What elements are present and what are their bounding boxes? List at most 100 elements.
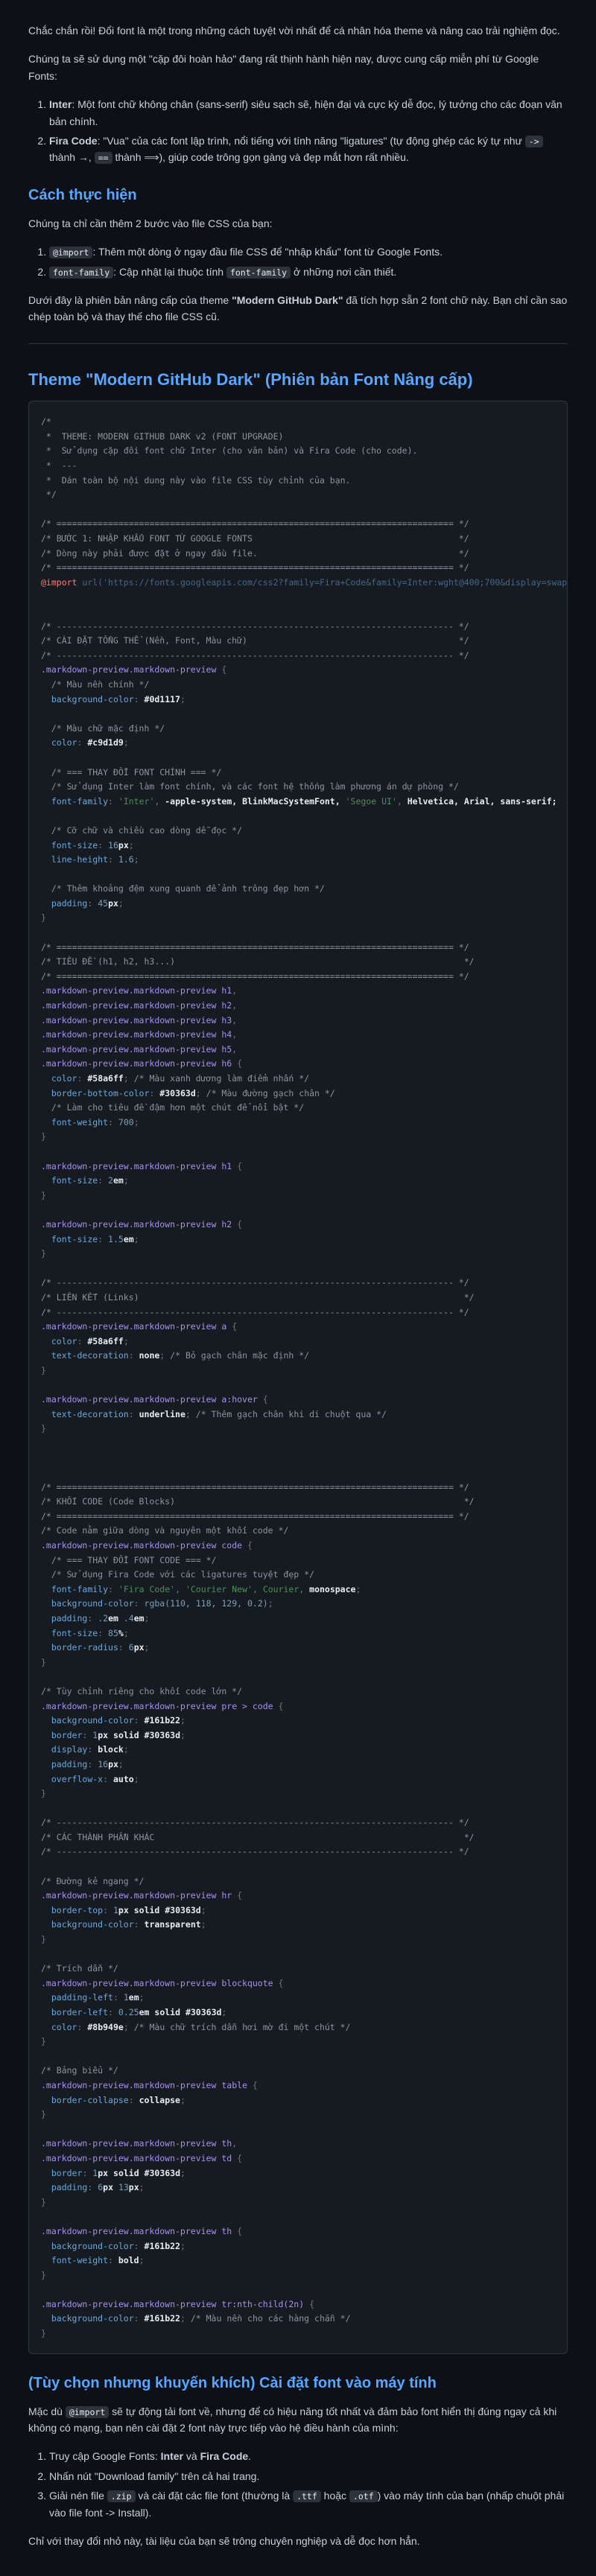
code-string: 'Segoe UI', [345, 795, 402, 807]
code-comment: /* Cỡ chữ và chiều cao dòng dễ đọc */ [51, 824, 243, 836]
code-selector: h1 [221, 1160, 232, 1171]
code-property: background-color [51, 2240, 134, 2251]
list-item: @import: Thêm một dòng ở ngay đầu file C… [49, 244, 568, 260]
code-selector: pre > code [221, 1700, 273, 1711]
code-selector: h3 [221, 1014, 232, 1025]
code-comment: /* -------------------------------------… [41, 1817, 469, 1828]
code-selector: h2 [221, 1000, 232, 1011]
code-property: border [51, 1729, 83, 1740]
code-comment: /* Dòng này phải được đặt ở ngay đầu fil… [41, 547, 469, 559]
css-code-block[interactable]: /* * THEME: MODERN GITHUB DARK v2 (FONT … [28, 401, 568, 2354]
code-unit: px [128, 2182, 139, 2193]
code-unit: em [133, 1612, 145, 1623]
list-item-text: : Cập nhật lại thuộc tính [113, 265, 226, 278]
code-value: none [139, 1350, 160, 1361]
code-comment: * THEME: MODERN GITHUB DARK v2 (FONT UPG… [41, 430, 284, 442]
code-comment: /* Màu chữ trích dẫn hơi mờ đi một chút … [133, 2021, 351, 2032]
code-number: 1 [123, 1992, 129, 2003]
code-value: #0d1117 [144, 693, 180, 705]
inline-code: .otf [349, 2490, 378, 2503]
code-selector: .markdown-preview.markdown-preview [41, 2225, 217, 2236]
code-unit: px [133, 1642, 145, 1653]
code-value: #8b949e [87, 2021, 124, 2032]
code-unit: em [108, 1612, 118, 1623]
inline-code: .ttf [293, 2490, 321, 2503]
font-name: Fira Code [200, 2450, 249, 2463]
list-item-text: Truy cập Google Fonts: [49, 2450, 161, 2463]
list-item-text: : Một font chữ không chân (sans-serif) s… [49, 98, 562, 127]
code-comment: /* Bỏ gạch chân mặc định */ [170, 1350, 310, 1361]
code-property: color [51, 2021, 77, 2032]
list-item-text: : Thêm một dòng ở ngay đầu file CSS để "… [92, 246, 443, 258]
code-number: 1 [92, 2167, 98, 2178]
code-selector: .markdown-preview.markdown-preview [41, 664, 217, 675]
inline-code: font-family [226, 266, 291, 279]
code-selector: .markdown-preview.markdown-preview [41, 1394, 217, 1405]
inline-code: .zip [107, 2490, 136, 2503]
code-number: 6 [128, 1642, 134, 1653]
code-comment: /* Tùy chỉnh riêng cho khối code lớn */ [41, 1685, 243, 1696]
code-selector: .markdown-preview.markdown-preview [41, 1043, 217, 1055]
code-property: font-family [51, 1583, 109, 1594]
code-property: font-family [51, 795, 109, 807]
paragraph: Chúng ta chỉ cần thêm 2 bước vào file CS… [28, 217, 273, 229]
code-value: block [98, 1744, 124, 1755]
code-number: 1.5 [108, 1233, 124, 1244]
code-comment: /* BƯỚC 1: NHẬP KHẨU FONT TỪ GOOGLE FONT… [41, 533, 469, 544]
code-property: border-bottom-color [51, 1087, 150, 1098]
code-comment: /* Màu đường gạch chân */ [206, 1087, 335, 1098]
list-item: Inter: Một font chữ không chân (sans-ser… [49, 96, 568, 130]
paragraph-text: Dưới đây là phiên bản nâng cấp của theme [28, 293, 232, 306]
code-number: 2 [108, 1175, 113, 1186]
code-comment: */ [41, 489, 57, 500]
code-value: collapse [139, 2094, 180, 2105]
code-unit: em [139, 2007, 150, 2017]
code-value: transparent [144, 1919, 201, 1930]
code-selector: .markdown-preview.markdown-preview [41, 2079, 217, 2090]
code-comment: /* TIÊU ĐỀ (h1, h2, h3...) */ [41, 956, 475, 967]
list-item-text: thành →, [49, 151, 95, 164]
code-unit: em [123, 1233, 134, 1244]
font-list: Inter: Một font chữ không chân (sans-ser… [28, 96, 568, 166]
code-property: font-size [51, 1233, 98, 1244]
code-property: background-color [51, 1919, 134, 1930]
code-property: color [51, 1073, 77, 1084]
list-item: Nhấn nút "Download family" trên cả hai t… [49, 2468, 568, 2484]
list-item-text: và cài đặt các file font (thường là [135, 2490, 294, 2502]
code-number: 1 [92, 1729, 98, 1740]
code-value: #30363d [159, 1087, 196, 1098]
code-property: padding [51, 1612, 88, 1623]
code-selector: h2 [221, 1218, 232, 1230]
code-comment: * Sử dụng cặp đôi font chữ Inter (cho vă… [41, 445, 418, 457]
code-selector: th [221, 2225, 232, 2236]
code-number: 16 [98, 1758, 109, 1769]
code-selector: table [221, 2079, 247, 2090]
code-property: padding [51, 1758, 88, 1769]
code-comment: /* =====================================… [41, 1481, 469, 1492]
steps-list: @import: Thêm một dòng ở ngay đầu file C… [28, 244, 568, 280]
install-steps-list: Truy cập Google Fonts: Inter và Fira Cod… [28, 2448, 568, 2521]
code-selector: .markdown-preview.markdown-preview [41, 1000, 217, 1011]
code-comment: /* Màu nền chính */ [51, 678, 150, 690]
code-property: font-size [51, 1627, 98, 1638]
document: Chắc chắn rồi! Đổi font là một trong nhữ… [0, 0, 596, 2576]
code-comment: /* Sử dụng Inter làm font chính, và các … [51, 781, 459, 792]
theme-name: "Modern GitHub Dark" [232, 293, 343, 306]
code-comment: /* Thêm khoảng đệm xung quanh để ảnh trô… [51, 883, 325, 894]
code-value: #c9d1d9 [87, 737, 124, 748]
code-property: overflow-x [51, 1773, 104, 1784]
code-comment: /* =====================================… [41, 970, 469, 982]
intro-paragraph-2: Chúng ta sẽ sử dụng một "cặp đôi hoàn hả… [28, 53, 539, 82]
code-value: solid #30363d [113, 1729, 181, 1740]
code-comment: /* -------------------------------------… [41, 1277, 469, 1288]
code-value: #58a6ff [87, 1335, 124, 1346]
code-selector: a [221, 1321, 227, 1332]
code-property: font-weight [51, 1116, 109, 1128]
code-comment: /* =====================================… [41, 518, 469, 529]
code-value: #58a6ff [87, 1073, 124, 1084]
code-keyword: @import [41, 576, 77, 588]
paragraph-text: Mặc dù [28, 2405, 66, 2417]
font-name: Inter [160, 2450, 184, 2463]
code-property: padding [51, 2182, 88, 2193]
code-comment: /* Màu chữ mặc định */ [51, 722, 165, 734]
